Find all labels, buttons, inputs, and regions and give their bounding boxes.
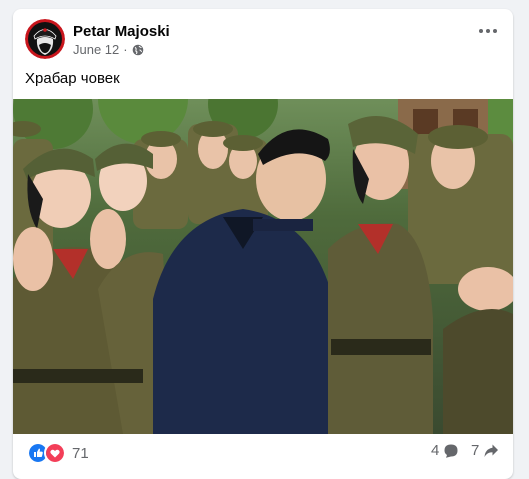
more-options-button[interactable]	[479, 29, 497, 33]
comment-icon	[444, 444, 458, 458]
post-photo[interactable]	[13, 99, 513, 434]
share-icon	[484, 444, 499, 457]
reactions-summary[interactable]: 71	[27, 442, 89, 464]
dot-icon	[486, 29, 490, 33]
meta-separator: ·	[123, 42, 128, 57]
reaction-icons	[27, 442, 66, 464]
shares-count-button[interactable]: 7	[471, 442, 499, 459]
author-name[interactable]: Petar Majoski	[73, 23, 170, 40]
globe-icon	[132, 44, 143, 55]
shares-count: 7	[471, 442, 480, 459]
dot-icon	[493, 29, 497, 33]
reactions-count: 71	[72, 444, 89, 462]
dot-icon	[479, 29, 483, 33]
comments-count: 4	[431, 442, 440, 459]
post-card: Petar Majoski June 12 · Храбар човек 71 …	[13, 9, 513, 479]
post-date[interactable]: June 12	[73, 42, 119, 57]
post-meta: June 12 ·	[73, 42, 144, 57]
photo-image	[13, 99, 513, 434]
post-caption: Храбар човек	[25, 70, 120, 87]
avatar-image	[25, 19, 65, 59]
love-icon	[44, 442, 66, 464]
author-avatar[interactable]	[25, 19, 65, 59]
post-footer: 71 4 7	[13, 437, 513, 467]
comments-count-button[interactable]: 4	[431, 442, 459, 459]
